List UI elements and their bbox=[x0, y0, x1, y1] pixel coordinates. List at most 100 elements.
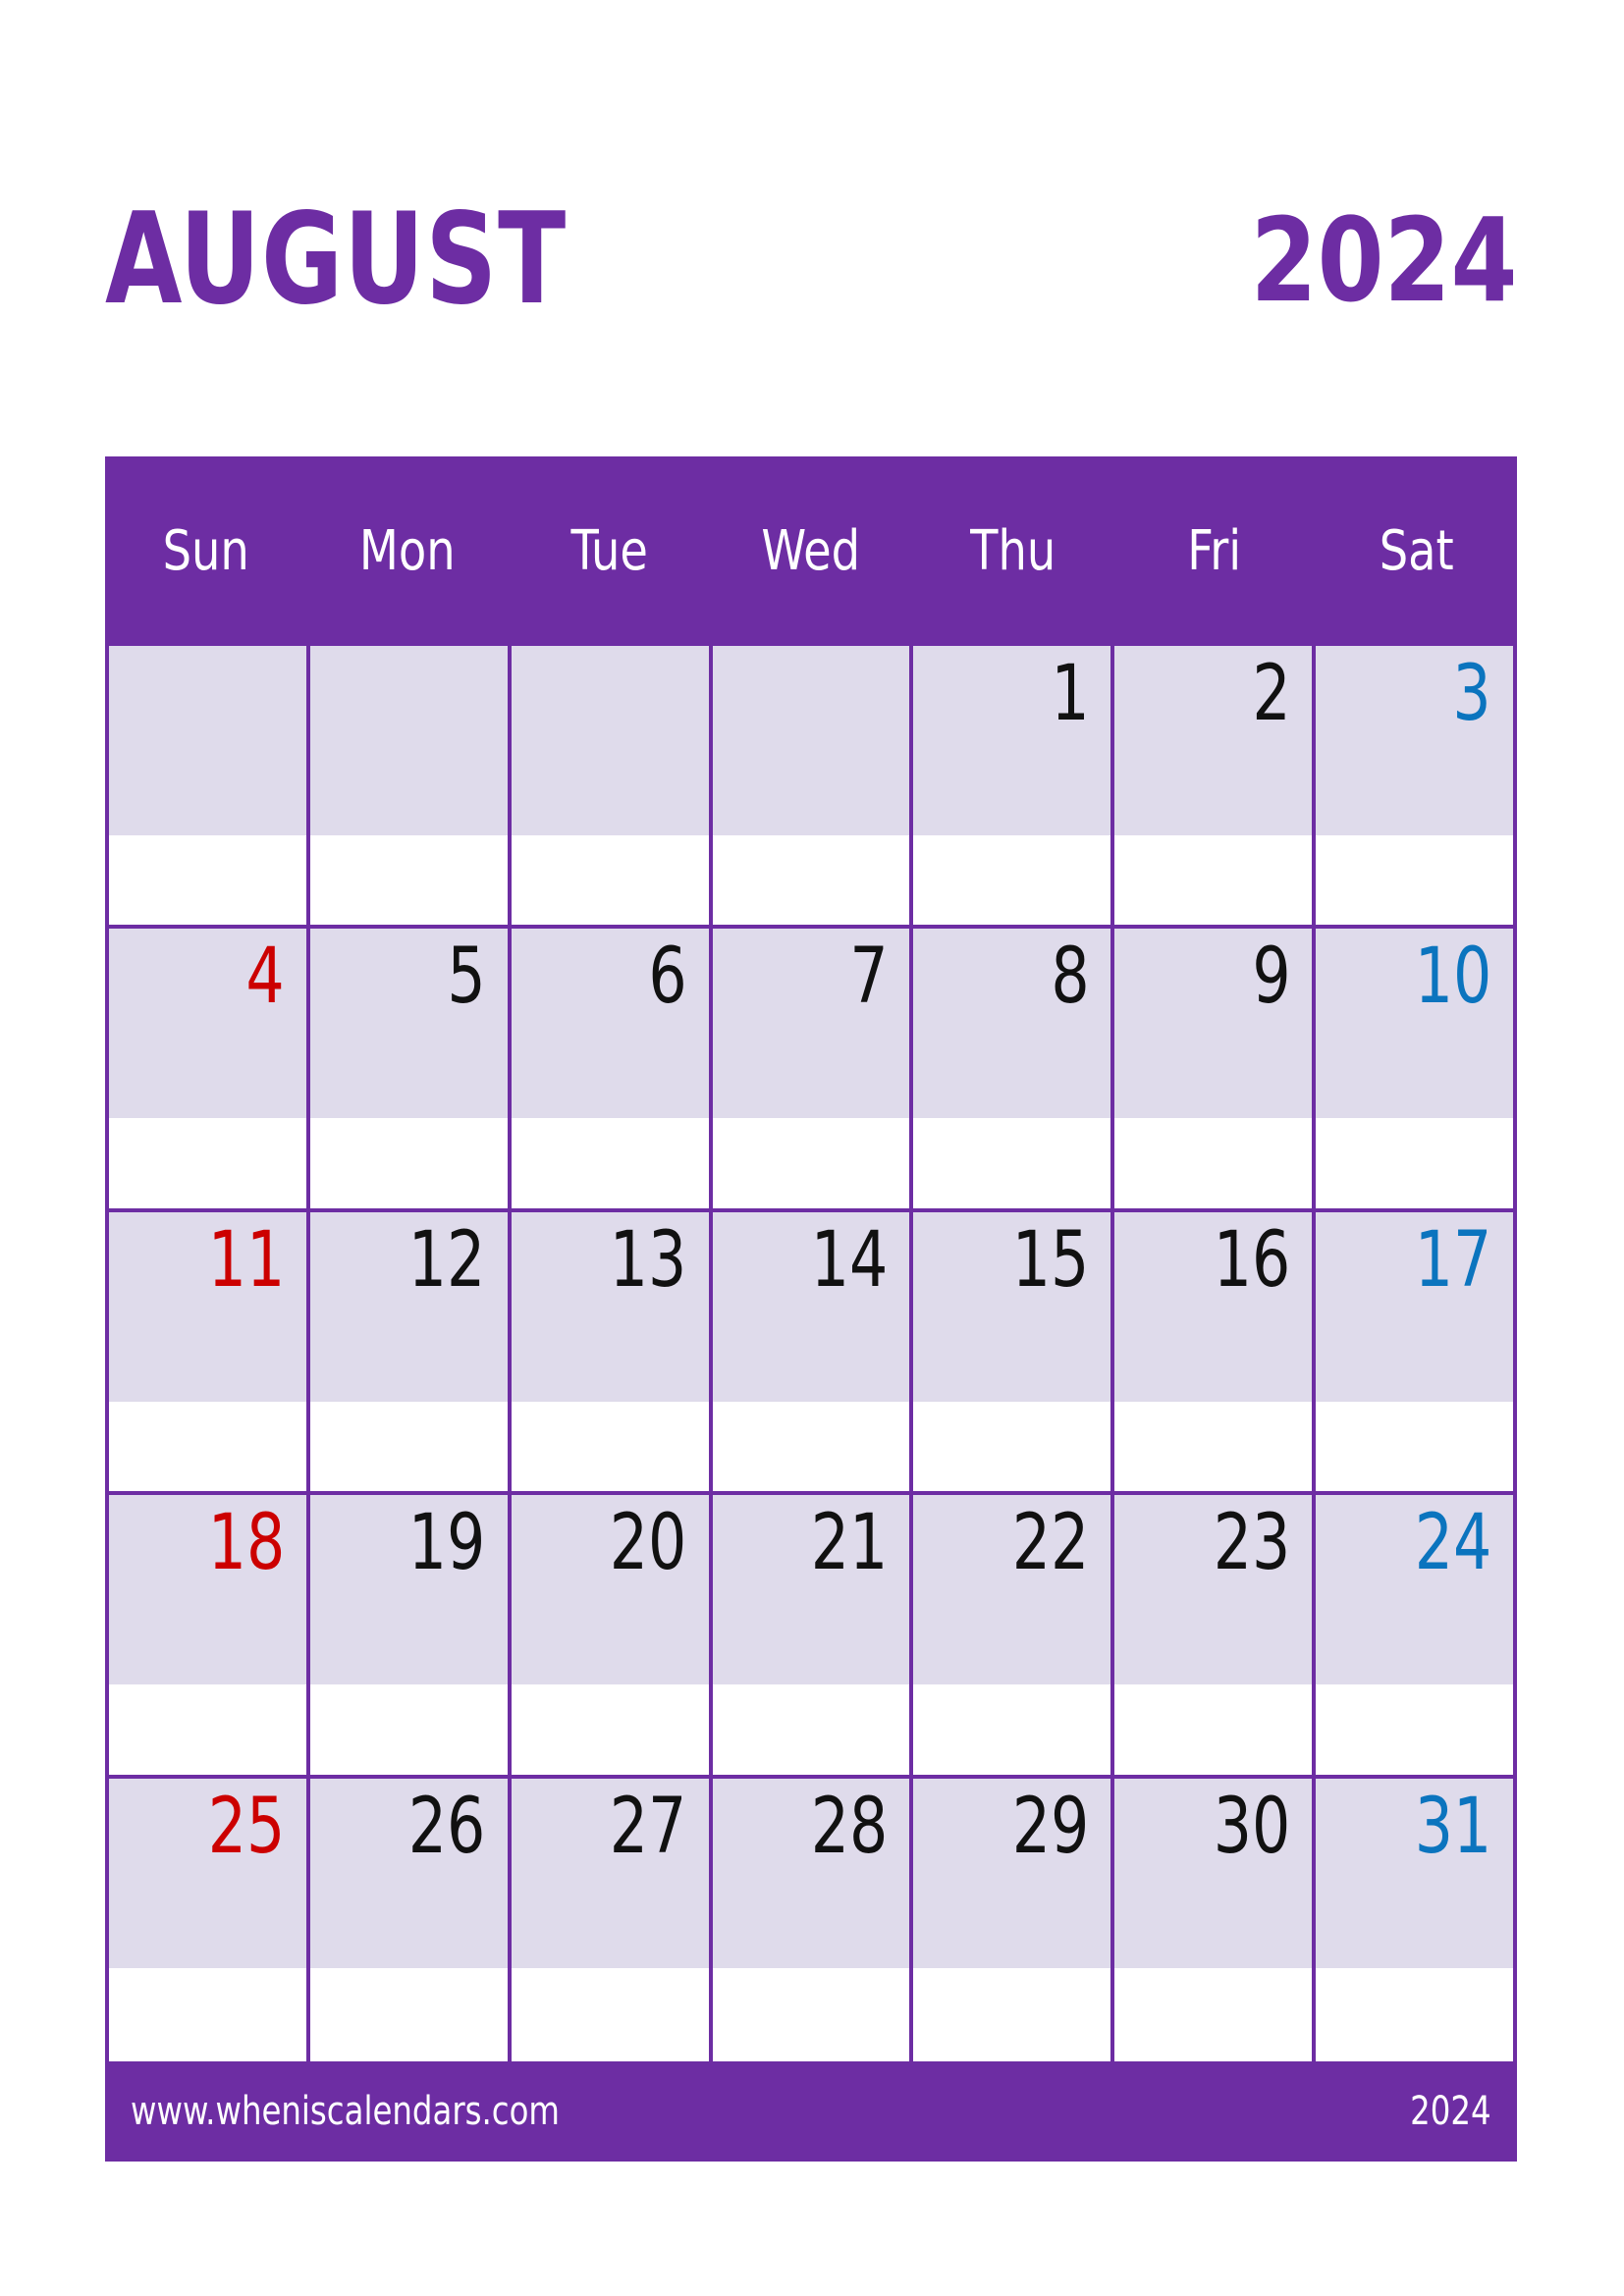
day-number: 17 bbox=[1414, 1215, 1492, 1305]
day-number: 23 bbox=[1213, 1499, 1291, 1588]
day-note-area[interactable] bbox=[511, 1401, 709, 1492]
day-cell[interactable]: 17 bbox=[1316, 1211, 1514, 1492]
day-cell[interactable]: 10 bbox=[1316, 929, 1514, 1208]
day-note-area[interactable] bbox=[1114, 835, 1313, 926]
day-number-area: 11 bbox=[109, 1211, 306, 1402]
day-number-area: 17 bbox=[1316, 1211, 1514, 1402]
calendar-grid: Sun Mon Tue Wed Thu Fri Sat 1 2 3 4 5 6 7 8 9 10 11 12 13 1… bbox=[105, 456, 1517, 2162]
day-cell[interactable]: 19 bbox=[309, 1495, 512, 1775]
day-note-area[interactable] bbox=[309, 1967, 508, 2061]
day-cell[interactable]: 23 bbox=[1114, 1495, 1317, 1775]
day-note-area[interactable] bbox=[109, 835, 306, 926]
day-number-area bbox=[309, 646, 508, 835]
day-number-area: 9 bbox=[1114, 929, 1313, 1119]
day-note-area[interactable] bbox=[109, 1967, 306, 2061]
calendar-title-row: AUGUST 2024 bbox=[105, 196, 1517, 324]
day-note-area[interactable] bbox=[309, 835, 508, 926]
day-number-area: 23 bbox=[1114, 1495, 1313, 1685]
day-note-area[interactable] bbox=[1316, 835, 1514, 926]
day-number-area: 14 bbox=[712, 1211, 910, 1402]
day-note-area[interactable] bbox=[109, 1118, 306, 1208]
day-note-area[interactable] bbox=[1316, 1118, 1514, 1208]
day-number: 28 bbox=[810, 1782, 889, 1871]
day-note-area[interactable] bbox=[913, 835, 1111, 926]
day-cell[interactable]: 5 bbox=[309, 929, 512, 1208]
day-note-area[interactable] bbox=[712, 1967, 910, 2061]
day-number: 12 bbox=[408, 1215, 486, 1305]
day-note-area[interactable] bbox=[1114, 1967, 1313, 2061]
day-cell[interactable]: 13 bbox=[511, 1211, 713, 1492]
day-cell[interactable]: 3 bbox=[1316, 646, 1514, 926]
day-note-area[interactable] bbox=[1316, 1967, 1514, 2061]
day-note-area[interactable] bbox=[309, 1118, 508, 1208]
day-note-area[interactable] bbox=[913, 1684, 1111, 1775]
day-cell[interactable]: 31 bbox=[1316, 1778, 1514, 2061]
day-note-area[interactable] bbox=[913, 1967, 1111, 2061]
day-cell[interactable]: 24 bbox=[1316, 1495, 1514, 1775]
day-cell[interactable]: 8 bbox=[913, 929, 1115, 1208]
day-number-area: 1 bbox=[913, 646, 1111, 835]
day-note-area[interactable] bbox=[511, 1684, 709, 1775]
day-cell[interactable]: 15 bbox=[913, 1211, 1115, 1492]
day-cell[interactable]: 14 bbox=[712, 1211, 914, 1492]
day-number-area: 21 bbox=[712, 1495, 910, 1685]
day-note-area[interactable] bbox=[1316, 1401, 1514, 1492]
footer-website-link[interactable]: www.wheniscalendars.com bbox=[131, 2092, 560, 2131]
day-number-area: 27 bbox=[511, 1778, 709, 1968]
day-cell[interactable]: 2 bbox=[1114, 646, 1317, 926]
day-number-area: 2 bbox=[1114, 646, 1313, 835]
day-note-area[interactable] bbox=[1114, 1684, 1313, 1775]
day-number: 21 bbox=[810, 1499, 889, 1588]
day-number-area: 8 bbox=[913, 929, 1111, 1119]
calendar-footer: www.wheniscalendars.com 2024 bbox=[105, 2061, 1517, 2162]
day-cell[interactable]: 30 bbox=[1114, 1778, 1317, 2061]
day-note-area[interactable] bbox=[913, 1401, 1111, 1492]
day-note-area[interactable] bbox=[511, 1967, 709, 2061]
day-note-area[interactable] bbox=[309, 1684, 508, 1775]
day-cell[interactable]: 29 bbox=[913, 1778, 1115, 2061]
day-cell[interactable]: 1 bbox=[913, 646, 1115, 926]
day-cell[interactable]: 22 bbox=[913, 1495, 1115, 1775]
day-note-area[interactable] bbox=[109, 1401, 306, 1492]
day-cell[interactable]: 4 bbox=[109, 929, 310, 1208]
day-cell[interactable]: 9 bbox=[1114, 929, 1317, 1208]
day-note-area[interactable] bbox=[511, 835, 709, 926]
day-number: 25 bbox=[207, 1782, 285, 1871]
day-cell[interactable]: 21 bbox=[712, 1495, 914, 1775]
day-note-area[interactable] bbox=[109, 1684, 306, 1775]
day-cell[interactable]: 6 bbox=[511, 929, 713, 1208]
footer-year: 2024 bbox=[1410, 2089, 1491, 2134]
day-number: 20 bbox=[610, 1499, 687, 1588]
day-cell[interactable]: 18 bbox=[109, 1495, 310, 1775]
day-cell[interactable]: 11 bbox=[109, 1211, 310, 1492]
day-number: 16 bbox=[1213, 1215, 1291, 1305]
day-note-area[interactable] bbox=[309, 1401, 508, 1492]
day-note-area[interactable] bbox=[1114, 1118, 1313, 1208]
day-note-area[interactable] bbox=[712, 1401, 910, 1492]
day-note-area[interactable] bbox=[511, 1118, 709, 1208]
day-note-area[interactable] bbox=[1114, 1401, 1313, 1492]
day-cell[interactable]: 27 bbox=[511, 1778, 713, 2061]
day-cell[interactable]: 26 bbox=[309, 1778, 512, 2061]
day-number-area: 25 bbox=[109, 1778, 306, 1968]
day-cell[interactable]: 25 bbox=[109, 1778, 310, 2061]
day-number-area: 6 bbox=[511, 929, 709, 1119]
week-row: 18 19 20 21 22 23 24 bbox=[109, 1495, 1514, 1779]
day-number: 19 bbox=[408, 1499, 486, 1588]
day-note-area[interactable] bbox=[712, 1118, 910, 1208]
day-cell[interactable]: 7 bbox=[712, 929, 914, 1208]
day-note-area[interactable] bbox=[712, 1684, 910, 1775]
day-note-area[interactable] bbox=[913, 1118, 1111, 1208]
day-number: 7 bbox=[849, 933, 889, 1022]
day-cell[interactable]: 20 bbox=[511, 1495, 713, 1775]
day-cell[interactable]: 16 bbox=[1114, 1211, 1317, 1492]
day-note-area[interactable] bbox=[712, 835, 910, 926]
weekday-header-mon: Mon bbox=[359, 518, 457, 583]
day-number-area: 19 bbox=[309, 1495, 508, 1685]
day-note-area[interactable] bbox=[1316, 1684, 1514, 1775]
weekday-header-sun: Sun bbox=[162, 518, 249, 583]
day-number-area: 3 bbox=[1316, 646, 1514, 835]
day-number: 1 bbox=[1051, 650, 1090, 738]
day-cell[interactable]: 28 bbox=[712, 1778, 914, 2061]
day-cell[interactable]: 12 bbox=[309, 1211, 512, 1492]
